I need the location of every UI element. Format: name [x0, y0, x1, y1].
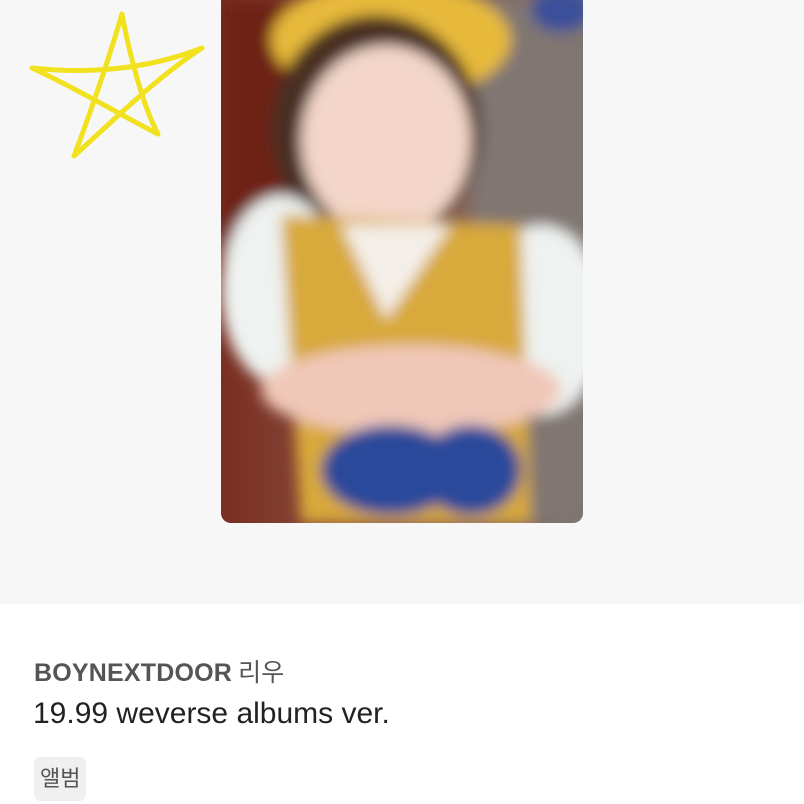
product-image-area[interactable]: [0, 0, 804, 604]
product-subtitle: 19.99 weverse albums ver.: [33, 697, 390, 730]
photocard-image[interactable]: [221, 0, 583, 523]
product-title: BOYNEXTDOOR 리우: [34, 653, 284, 689]
member-name: 리우: [238, 659, 285, 687]
star-doodle-icon: [29, 11, 205, 159]
artist-name: BOYNEXTDOOR: [34, 659, 233, 687]
category-tag[interactable]: 앨범: [34, 757, 87, 801]
